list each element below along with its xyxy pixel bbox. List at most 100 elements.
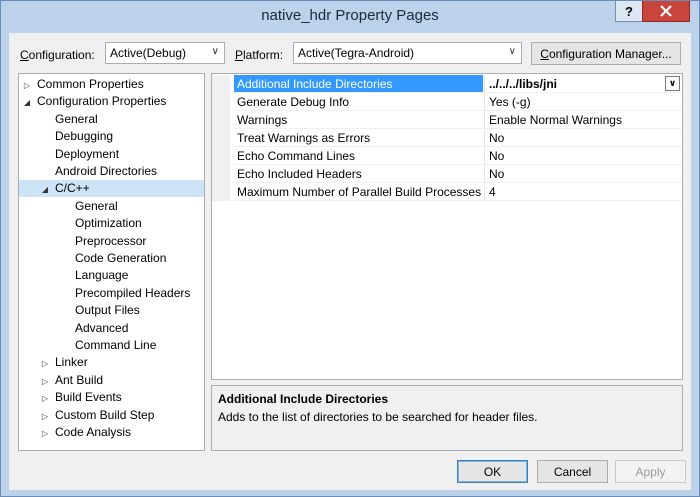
property-value[interactable]: No: [484, 165, 682, 183]
tree-item[interactable]: Code Generation: [59, 250, 166, 267]
tree-item-label: Code Analysis: [55, 425, 132, 439]
chevron-down-icon: ∨: [508, 46, 516, 57]
tree-item[interactable]: ◢ Configuration Properties: [21, 93, 166, 110]
property-row[interactable]: Treat Warnings as Errors No: [212, 129, 682, 147]
tree-item[interactable]: ▷ Code Analysis: [39, 424, 131, 441]
collapse-arrow-icon[interactable]: ◢: [21, 94, 33, 111]
title-bar[interactable]: native_hdr Property Pages ?: [1, 1, 699, 33]
window-title: native_hdr Property Pages: [261, 7, 439, 24]
tree-item[interactable]: General: [59, 198, 118, 215]
expand-arrow-icon[interactable]: ▷: [39, 408, 51, 425]
property-value-text: Enable Normal Warnings: [489, 113, 622, 127]
expand-arrow-icon[interactable]: ▷: [39, 425, 51, 442]
configuration-label: Configuration:: [20, 48, 95, 62]
tree-item[interactable]: Advanced: [59, 320, 128, 337]
tree-item-label: General: [55, 111, 98, 126]
tree-item[interactable]: ▷ Linker: [39, 354, 88, 371]
tree-item-label: Advanced: [75, 320, 129, 335]
tree-item-label: Android Directories: [55, 164, 158, 178]
tree-item[interactable]: Preprocessor: [59, 233, 146, 250]
category-tree[interactable]: ▷ Common Properties ◢ Configuration Propert…: [18, 73, 205, 451]
description-title: Additional Include Directories: [218, 392, 389, 406]
property-row[interactable]: Maximum Number of Parallel Build Process…: [212, 183, 682, 201]
configuration-dropdown[interactable]: Active(Debug) ∨: [105, 42, 225, 64]
tree-item-label: Ant Build: [55, 372, 104, 387]
help-button[interactable]: ?: [615, 1, 643, 22]
property-name: Maximum Number of Parallel Build Process…: [234, 183, 483, 201]
tree-item[interactable]: ◢ C/C++: [19, 180, 204, 198]
tree-item-label: Optimization: [75, 216, 142, 231]
platform-label: Platform:: [235, 48, 284, 62]
property-value[interactable]: ../../../libs/jni ∨: [484, 75, 682, 93]
row-gutter: [212, 111, 230, 129]
tree-item[interactable]: Debugging: [39, 128, 113, 145]
property-value-text: No: [489, 131, 505, 145]
property-row[interactable]: Generate Debug Info Yes (-g): [212, 93, 682, 111]
tree-item-label: Code Generation: [75, 251, 167, 265]
configuration-manager-button[interactable]: Configuration Manager...: [531, 42, 681, 65]
property-value-text: No: [489, 167, 505, 181]
tree-item-label: Linker: [55, 355, 88, 370]
tree-item[interactable]: ▷ Ant Build: [39, 372, 103, 389]
value-dropdown-button[interactable]: ∨: [665, 76, 680, 91]
tree-item-label: Preprocessor: [75, 233, 147, 248]
expand-arrow-icon[interactable]: ▷: [39, 355, 51, 372]
tree-item-label: Output Files: [75, 303, 140, 318]
property-pages-window: native_hdr Property Pages ? Configuratio…: [0, 0, 700, 497]
platform-value: Active(Tegra-Android): [298, 46, 415, 60]
row-gutter: [212, 75, 230, 93]
property-row[interactable]: Echo Included Headers No: [212, 165, 682, 183]
tree-item-label: Custom Build Step: [55, 407, 155, 422]
property-row[interactable]: Echo Command Lines No: [212, 147, 682, 165]
row-gutter: [212, 147, 230, 165]
row-gutter: [212, 165, 230, 183]
tree-item-label: C/C++: [55, 181, 90, 196]
property-name: Treat Warnings as Errors: [234, 129, 483, 147]
property-name: Additional Include Directories: [234, 75, 483, 93]
tree-item[interactable]: Optimization: [59, 215, 142, 232]
chevron-down-icon: ∨: [668, 78, 677, 88]
property-value-text: ../../../libs/jni: [489, 77, 558, 91]
tree-item[interactable]: ▷ Custom Build Step: [39, 407, 154, 424]
dialog-client-area: Configuration: Active(Debug) ∨ Platform:…: [9, 33, 691, 490]
property-row[interactable]: Warnings Enable Normal Warnings: [212, 111, 682, 129]
property-value-text: Yes (-g): [489, 95, 531, 109]
expand-arrow-icon[interactable]: ▷: [39, 373, 51, 390]
tree-item[interactable]: Precompiled Headers: [59, 285, 190, 302]
platform-dropdown[interactable]: Active(Tegra-Android) ∨: [293, 42, 522, 64]
tree-item[interactable]: ▷ Common Properties: [21, 76, 144, 93]
tree-item[interactable]: Language: [59, 267, 128, 284]
tree-item[interactable]: Deployment: [39, 146, 119, 163]
collapse-arrow-icon[interactable]: ◢: [39, 181, 51, 198]
ok-button[interactable]: OK: [457, 460, 528, 483]
description-text: Adds to the list of directories to be se…: [218, 410, 538, 424]
tree-item-label: Deployment: [55, 146, 120, 161]
property-grid[interactable]: Additional Include Directories ../../../l…: [211, 73, 683, 380]
property-name: Echo Command Lines: [234, 147, 483, 165]
property-value[interactable]: Yes (-g): [484, 93, 682, 111]
tree-item[interactable]: Command Line: [59, 337, 156, 354]
tree-item-label: General: [75, 198, 118, 213]
expand-arrow-icon[interactable]: ▷: [39, 390, 51, 407]
tree-item[interactable]: Output Files: [59, 302, 140, 319]
tree-item-label: Debugging: [55, 129, 114, 144]
tree-item[interactable]: Android Directories: [39, 163, 157, 180]
property-value[interactable]: No: [484, 129, 682, 147]
property-name: Warnings: [234, 111, 483, 129]
tree-item-label: Configuration Properties: [37, 94, 167, 109]
property-value-text: 4: [489, 185, 496, 199]
property-row[interactable]: Additional Include Directories ../../../l…: [212, 75, 682, 93]
tree-item[interactable]: General: [39, 111, 98, 128]
tree-item-label: Precompiled Headers: [75, 285, 191, 300]
cancel-button[interactable]: Cancel: [537, 460, 608, 483]
tree-item[interactable]: ▷ Build Events: [39, 389, 122, 406]
property-value[interactable]: 4: [484, 183, 682, 201]
tree-item-label: Common Properties: [37, 77, 144, 91]
property-value[interactable]: Enable Normal Warnings: [484, 111, 682, 129]
chevron-down-icon: ∨: [211, 46, 219, 57]
expand-arrow-icon[interactable]: ▷: [21, 77, 33, 94]
row-gutter: [212, 93, 230, 111]
close-button[interactable]: [642, 1, 690, 22]
property-value[interactable]: No: [484, 147, 682, 165]
apply-button[interactable]: Apply: [615, 460, 686, 483]
